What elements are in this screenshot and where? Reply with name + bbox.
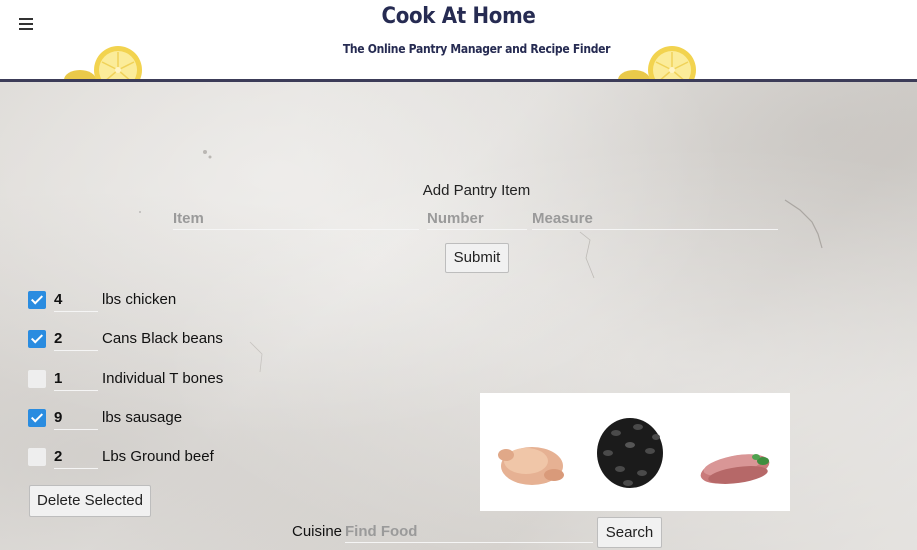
black-beans-icon: [597, 418, 663, 488]
pantry-item-row: 2 Lbs Ground beef: [28, 447, 288, 469]
item-checkbox[interactable]: [28, 291, 46, 309]
main-content: Add Pantry Item Submit 4 lbs chicken 2 C…: [0, 82, 917, 550]
number-input[interactable]: [427, 208, 527, 230]
pantry-item-row: 2 Cans Black beans: [28, 329, 288, 351]
item-description: Cans Black beans: [102, 330, 223, 347]
item-checkbox[interactable]: [28, 409, 46, 427]
cuisine-label: Cuisine: [292, 523, 343, 540]
find-food-input[interactable]: [345, 521, 593, 543]
item-input[interactable]: [173, 208, 419, 230]
submit-button[interactable]: Submit: [445, 243, 509, 273]
pantry-item-row: 4 lbs chicken: [28, 290, 288, 312]
app-subtitle: The Online Pantry Manager and Recipe Fin…: [342, 42, 611, 56]
pantry-item-row: 1 Individual T bones: [28, 369, 288, 391]
measure-input[interactable]: [532, 208, 778, 230]
app-title: Cook At Home: [381, 4, 536, 29]
item-description: Lbs Ground beef: [102, 448, 214, 465]
chicken-icon: [498, 447, 564, 485]
item-quantity[interactable]: 1: [54, 369, 98, 391]
item-quantity[interactable]: 4: [54, 290, 98, 312]
app-header: Cook At Home The Online Pantry Manager a…: [0, 0, 917, 82]
item-description: Individual T bones: [102, 370, 224, 387]
item-checkbox[interactable]: [28, 330, 46, 348]
item-quantity[interactable]: 9: [54, 408, 98, 430]
delete-selected-button[interactable]: Delete Selected: [29, 485, 151, 517]
item-checkbox[interactable]: [28, 370, 46, 388]
search-button[interactable]: Search: [597, 517, 662, 548]
add-pantry-heading: Add Pantry Item: [422, 182, 531, 199]
item-description: lbs sausage: [102, 409, 183, 426]
sausage-icon: [700, 454, 770, 484]
item-checkbox[interactable]: [28, 448, 46, 466]
pantry-item-row: 9 lbs sausage: [28, 408, 288, 430]
item-quantity[interactable]: 2: [54, 447, 98, 469]
item-description: lbs chicken: [102, 291, 177, 308]
item-quantity[interactable]: 2: [54, 329, 98, 351]
food-image: [480, 393, 790, 511]
